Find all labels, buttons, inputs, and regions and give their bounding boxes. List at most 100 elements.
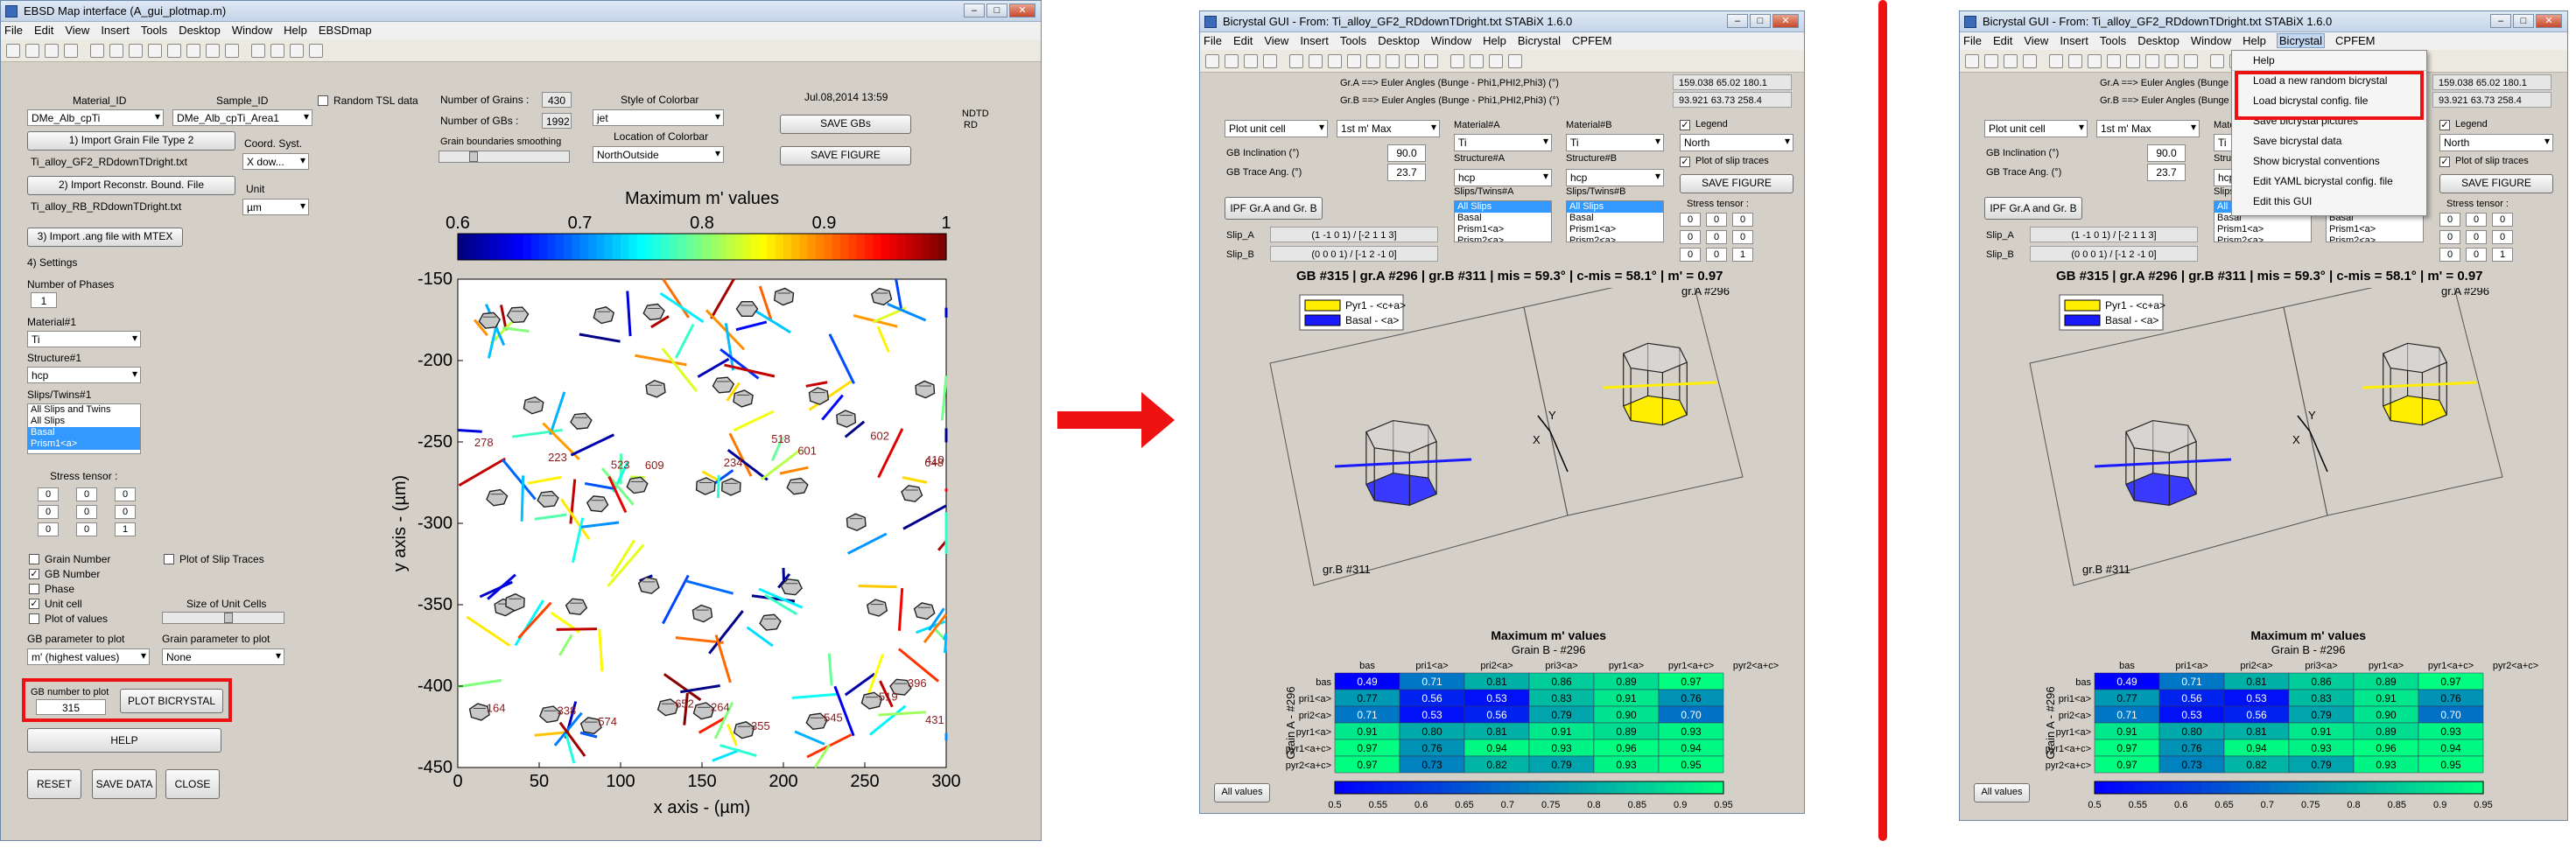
zoom-in-icon[interactable]: [1309, 54, 1323, 68]
colorbar-icon[interactable]: [1450, 54, 1464, 68]
menu-edit[interactable]: Edit: [34, 24, 53, 37]
bicrystal-menu-item[interactable]: Edit YAML bicrystal config. file: [2232, 172, 2426, 192]
slip-list-item[interactable]: Prism1<a>: [1567, 224, 1663, 235]
dock-icon[interactable]: [1508, 54, 1522, 68]
slip-list-item[interactable]: Basal: [1567, 213, 1663, 224]
grain-number-checkbox[interactable]: [29, 554, 39, 564]
save-figure-button[interactable]: SAVE FIGURE: [1680, 174, 1793, 193]
phase-checkbox[interactable]: [29, 584, 39, 594]
grid-icon[interactable]: [290, 44, 304, 58]
slip-list-item[interactable]: Prism2<a>: [2327, 235, 2423, 242]
slips-a-listbox[interactable]: All SlipsBasalPrism1<a>Prism2<a>: [1454, 200, 1552, 242]
stress-tensor-cell[interactable]: 1: [115, 522, 136, 536]
close-window-button[interactable]: ✕: [1009, 4, 1035, 18]
rotate-icon[interactable]: [167, 44, 181, 58]
stress-tensor-cell[interactable]: 1: [1732, 248, 1753, 262]
menu-window[interactable]: Window: [2191, 34, 2231, 47]
all-values-button[interactable]: All values: [1974, 783, 2030, 802]
structure-a-select[interactable]: hcp: [1454, 169, 1552, 186]
link-icon[interactable]: [225, 44, 239, 58]
save-figure-button[interactable]: SAVE FIGURE: [780, 146, 911, 165]
reset-button[interactable]: RESET: [27, 769, 81, 799]
menu-file[interactable]: File: [1963, 34, 1982, 47]
slip-list-item[interactable]: All Slips and Twins: [28, 404, 140, 416]
menu-help[interactable]: Help: [284, 24, 307, 37]
style-colorbar-select[interactable]: jet: [593, 109, 724, 126]
max-criterion-select[interactable]: 1st m' Max: [1337, 120, 1440, 137]
slip-list-item[interactable]: Prism1<a>: [28, 438, 140, 450]
stress-tensor-cell[interactable]: 0: [115, 487, 136, 501]
gb-number-checkbox[interactable]: ✓: [29, 569, 39, 579]
bicrystal-menu-item[interactable]: Show bicrystal conventions: [2232, 151, 2426, 172]
ipf-button[interactable]: IPF Gr.A and Gr. B: [1984, 197, 2082, 220]
legend-icon[interactable]: [1470, 54, 1484, 68]
menu-help[interactable]: Help: [1483, 34, 1506, 47]
plot-unit-cell-select[interactable]: Plot unit cell: [1225, 120, 1328, 137]
gb-inclination-field[interactable]: 90.0: [1387, 144, 1426, 162]
stress-tensor-cell[interactable]: 1: [2492, 248, 2513, 262]
minimize-button[interactable]: –: [964, 4, 985, 18]
stress-tensor-cell[interactable]: 0: [1680, 248, 1701, 262]
sample-id-select[interactable]: DMe_Alb_cpTi_Area1: [172, 109, 312, 126]
slip-list-item[interactable]: All Slips: [1455, 201, 1551, 213]
print-icon[interactable]: [1263, 54, 1277, 68]
menu-insert[interactable]: Insert: [101, 24, 130, 37]
maximize-button[interactable]: □: [986, 4, 1007, 18]
pan-icon[interactable]: [1347, 54, 1361, 68]
plot-values-checkbox[interactable]: [29, 613, 39, 624]
unit-cell-checkbox[interactable]: ✓: [29, 599, 39, 609]
new-file-icon[interactable]: [1205, 54, 1219, 68]
stress-tensor-cell[interactable]: 0: [1706, 213, 1727, 227]
stress-tensor-cell[interactable]: 0: [2439, 248, 2460, 262]
new-file-icon[interactable]: [6, 44, 20, 58]
stress-tensor-cell[interactable]: 0: [1732, 230, 1753, 244]
maximize-button[interactable]: □: [2513, 14, 2534, 28]
zoom-out-icon[interactable]: [2088, 54, 2102, 68]
slip-list-item[interactable]: Prism2<a>: [1455, 235, 1551, 242]
print-icon[interactable]: [64, 44, 78, 58]
open-file-icon[interactable]: [1225, 54, 1239, 68]
bicrystal-menu-item[interactable]: Edit this GUI: [2232, 192, 2426, 212]
stress-tensor-cell[interactable]: 0: [1680, 230, 1701, 244]
structure-b-select[interactable]: hcp: [1566, 169, 1664, 186]
open-file-icon[interactable]: [1984, 54, 1998, 68]
pointer-icon[interactable]: [1289, 54, 1303, 68]
plot-unit-cell-select[interactable]: Plot unit cell: [1984, 120, 2088, 137]
stress-tensor-cell[interactable]: 0: [1706, 248, 1727, 262]
menu-bicrystal[interactable]: Bicrystal: [2278, 34, 2324, 47]
max-criterion-select[interactable]: 1st m' Max: [2096, 120, 2200, 137]
save-icon[interactable]: [45, 44, 59, 58]
menu-cpfem[interactable]: CPFEM: [2335, 34, 2376, 47]
data-cursor-icon[interactable]: [2145, 54, 2159, 68]
stress-tensor-cell[interactable]: 0: [2466, 230, 2487, 244]
menu-cpfem[interactable]: CPFEM: [1572, 34, 1612, 47]
menu-window[interactable]: Window: [232, 24, 272, 37]
import-grain-file-button[interactable]: 1) Import Grain File Type 2: [27, 131, 235, 151]
menu-view[interactable]: View: [65, 24, 89, 37]
stress-tensor-cell[interactable]: 0: [76, 505, 97, 519]
print-icon[interactable]: [2023, 54, 2037, 68]
coord-syst-select[interactable]: X dow...: [242, 153, 309, 170]
gb-trace-field[interactable]: 23.7: [1387, 164, 1426, 181]
random-tsl-checkbox[interactable]: [318, 95, 328, 106]
menu-edit[interactable]: Edit: [1993, 34, 2012, 47]
colorbar-icon[interactable]: [2210, 54, 2224, 68]
slips-b-listbox[interactable]: All SlipsBasalPrism1<a>Prism2<a>: [1566, 200, 1664, 242]
stress-tensor-cell[interactable]: 0: [1706, 230, 1727, 244]
plot-slip-traces-checkbox[interactable]: [164, 554, 174, 564]
menu-file[interactable]: File: [4, 24, 23, 37]
menu-tools[interactable]: Tools: [141, 24, 167, 37]
maximize-button[interactable]: □: [1750, 14, 1771, 28]
slip-list-item[interactable]: Prism1<a>: [2215, 224, 2311, 235]
grid-icon[interactable]: [1489, 54, 1503, 68]
unit-select[interactable]: µm: [242, 199, 309, 215]
stress-tensor-cell[interactable]: 0: [2439, 230, 2460, 244]
open-file-icon[interactable]: [25, 44, 39, 58]
grain-file-field[interactable]: Ti_alloy_GF2_RDdownTDright.txt: [27, 154, 235, 172]
stress-tensor-cell[interactable]: 0: [2439, 213, 2460, 227]
gb-inclination-field[interactable]: 90.0: [2147, 144, 2186, 162]
gb-trace-field[interactable]: 23.7: [2147, 164, 2186, 181]
rotate-icon[interactable]: [1366, 54, 1380, 68]
link-icon[interactable]: [2184, 54, 2198, 68]
slip-traces-checkbox[interactable]: ✓: [2439, 157, 2450, 167]
